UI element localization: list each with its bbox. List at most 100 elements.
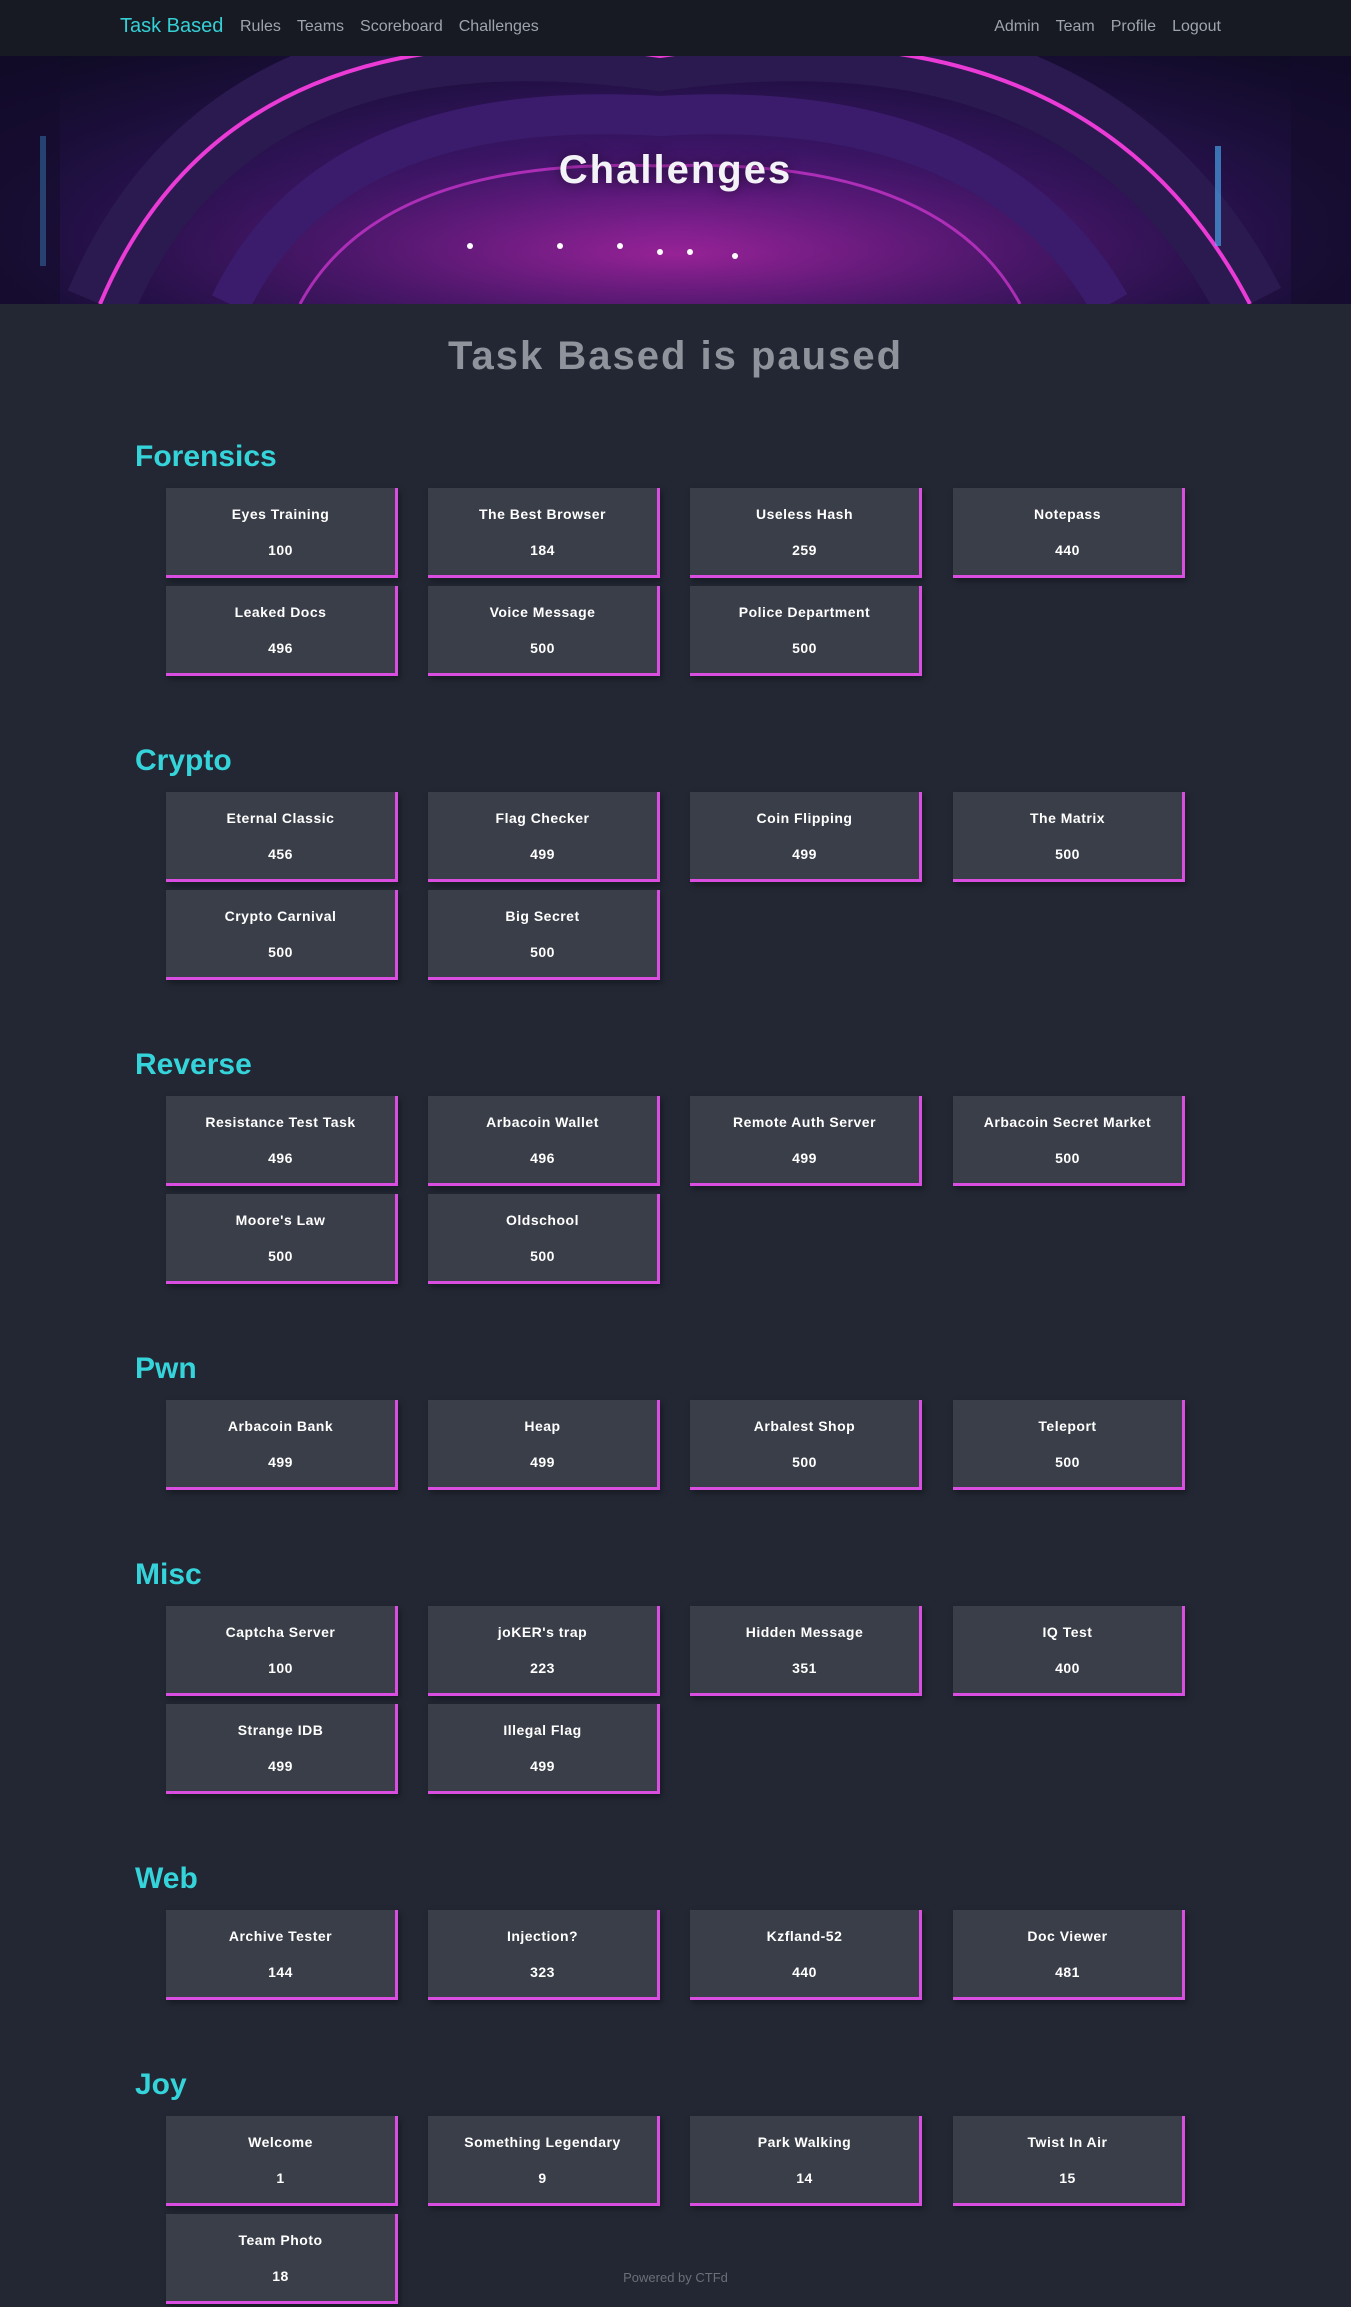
nav-link-challenges[interactable]: Challenges [459, 18, 539, 36]
challenge-points: 481 [1055, 1964, 1080, 1980]
challenge-card[interactable]: Flag Checker 499 [428, 792, 660, 882]
challenge-points: 9 [538, 2170, 547, 2186]
brand-link[interactable]: Task Based [120, 15, 223, 38]
footer-powered-by[interactable]: Powered by CTFd [0, 2270, 1351, 2285]
nav-left-links: Rules Teams Scoreboard Challenges [240, 18, 539, 36]
nav-link-admin[interactable]: Admin [994, 18, 1039, 36]
challenge-card[interactable]: Strange IDB 499 [166, 1704, 398, 1794]
nav-link-team[interactable]: Team [1056, 18, 1095, 36]
challenge-points: 259 [792, 542, 817, 558]
challenge-card[interactable]: Eyes Training 100 [166, 488, 398, 578]
nav-link-profile[interactable]: Profile [1111, 18, 1156, 36]
challenge-name: Crypto Carnival [224, 908, 337, 924]
challenge-card[interactable]: Team Photo 18 [166, 2214, 398, 2304]
challenge-card[interactable]: Archive Tester 144 [166, 1910, 398, 2000]
challenge-name: Leaked Docs [234, 604, 327, 620]
challenge-card[interactable]: Remote Auth Server 499 [690, 1096, 922, 1186]
challenge-points: 499 [530, 1758, 555, 1774]
challenge-name: Resistance Test Task [205, 1114, 356, 1130]
category-title: Web [135, 1862, 198, 1895]
challenge-card[interactable]: Oldschool 500 [428, 1194, 660, 1284]
challenge-points: 496 [268, 1150, 293, 1166]
challenge-points: 499 [268, 1454, 293, 1470]
category-title: Forensics [135, 440, 277, 473]
challenge-card[interactable]: Voice Message 500 [428, 586, 660, 676]
challenge-name: Hidden Message [745, 1624, 864, 1640]
challenge-points: 456 [268, 846, 293, 862]
challenge-points: 500 [530, 944, 555, 960]
challenge-name: The Matrix [1029, 810, 1105, 826]
challenge-card[interactable]: Heap 499 [428, 1400, 660, 1490]
challenge-card[interactable]: Coin Flipping 499 [690, 792, 922, 882]
category-title: Misc [135, 1558, 202, 1591]
challenge-card[interactable]: Useless Hash 259 [690, 488, 922, 578]
challenge-name: Arbacoin Bank [227, 1418, 334, 1434]
challenge-card[interactable]: The Matrix 500 [953, 792, 1185, 882]
challenge-name: Teleport [1038, 1418, 1097, 1434]
nav-link-logout[interactable]: Logout [1172, 18, 1221, 36]
challenge-points: 351 [792, 1660, 817, 1676]
challenge-points: 499 [530, 1454, 555, 1470]
challenge-name: Park Walking [757, 2134, 852, 2150]
challenge-points: 323 [530, 1964, 555, 1980]
challenge-name: Strange IDB [237, 1722, 324, 1738]
nav-link-teams[interactable]: Teams [297, 18, 344, 36]
challenge-card[interactable]: Moore's Law 500 [166, 1194, 398, 1284]
page-title: Challenges [558, 148, 793, 192]
challenge-card[interactable]: Teleport 500 [953, 1400, 1185, 1490]
challenge-card[interactable]: Police Department 500 [690, 586, 922, 676]
challenge-card[interactable]: Big Secret 500 [428, 890, 660, 980]
challenge-points: 500 [268, 1248, 293, 1264]
challenge-card[interactable]: Arbalest Shop 500 [690, 1400, 922, 1490]
nav-link-scoreboard[interactable]: Scoreboard [360, 18, 443, 36]
challenge-name: Big Secret [505, 908, 580, 924]
challenge-points: 400 [1055, 1660, 1080, 1676]
challenge-name: Voice Message [489, 604, 596, 620]
challenge-name: Welcome [248, 2134, 313, 2150]
category-title: Joy [135, 2068, 187, 2101]
challenge-card[interactable]: Arbacoin Secret Market 500 [953, 1096, 1185, 1186]
challenge-card[interactable]: Hidden Message 351 [690, 1606, 922, 1696]
hero-banner: Challenges [0, 56, 1351, 304]
challenge-card[interactable]: Welcome 1 [166, 2116, 398, 2206]
challenge-name: Notepass [1033, 506, 1102, 522]
challenge-card[interactable]: Arbacoin Bank 499 [166, 1400, 398, 1490]
category-title: Reverse [135, 1048, 252, 1081]
challenge-name: Eyes Training [231, 506, 330, 522]
challenge-name: Arbalest Shop [753, 1418, 856, 1434]
challenge-card[interactable]: Notepass 440 [953, 488, 1185, 578]
challenge-card[interactable]: Leaked Docs 496 [166, 586, 398, 676]
challenge-card[interactable]: IQ Test 400 [953, 1606, 1185, 1696]
challenge-card[interactable]: Arbacoin Wallet 496 [428, 1096, 660, 1186]
challenge-card[interactable]: Something Legendary 9 [428, 2116, 660, 2206]
challenge-points: 500 [1055, 1150, 1080, 1166]
challenge-card[interactable]: Park Walking 14 [690, 2116, 922, 2206]
challenge-card[interactable]: Eternal Classic 456 [166, 792, 398, 882]
challenge-card[interactable]: The Best Browser 184 [428, 488, 660, 578]
challenge-card[interactable]: Injection? 323 [428, 1910, 660, 2000]
challenge-card[interactable]: Twist In Air 15 [953, 2116, 1185, 2206]
challenge-points: 100 [268, 542, 293, 558]
category-title: Crypto [135, 744, 232, 777]
challenge-card[interactable]: Kzfland-52 440 [690, 1910, 922, 2000]
challenge-name: Eternal Classic [226, 810, 335, 826]
challenge-name: Useless Hash [755, 506, 854, 522]
challenge-name: joKER's trap [497, 1624, 588, 1640]
challenge-card[interactable]: joKER's trap 223 [428, 1606, 660, 1696]
nav-link-rules[interactable]: Rules [240, 18, 281, 36]
challenge-name: Illegal Flag [503, 1722, 582, 1738]
challenge-card[interactable]: Captcha Server 100 [166, 1606, 398, 1696]
challenge-card[interactable]: Doc Viewer 481 [953, 1910, 1185, 2000]
challenge-points: 184 [530, 542, 555, 558]
challenge-name: Moore's Law [235, 1212, 326, 1228]
challenge-name: Archive Tester [228, 1928, 333, 1944]
challenge-card[interactable]: Illegal Flag 499 [428, 1704, 660, 1794]
challenge-points: 440 [792, 1964, 817, 1980]
challenge-name: Oldschool [506, 1212, 579, 1228]
challenge-points: 496 [530, 1150, 555, 1166]
challenge-card[interactable]: Crypto Carnival 500 [166, 890, 398, 980]
challenge-points: 15 [1059, 2170, 1076, 2186]
challenge-name: Police Department [738, 604, 871, 620]
challenge-card[interactable]: Resistance Test Task 496 [166, 1096, 398, 1186]
challenge-points: 500 [1055, 1454, 1080, 1470]
